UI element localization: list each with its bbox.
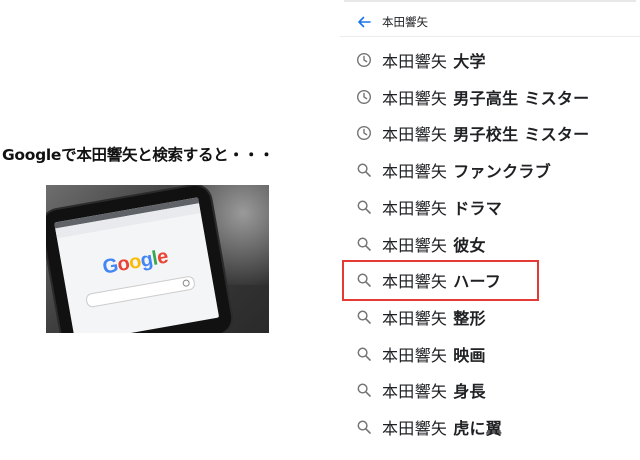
- suggestion-suffix: 男子高生 ミスター: [453, 88, 590, 108]
- arrow-left-icon[interactable]: [356, 14, 372, 30]
- suggestion-base: 本田響矢: [382, 235, 448, 255]
- suggestion-suffix: 男子校生 ミスター: [453, 125, 590, 145]
- suggestion-text: 本田響矢 男子高生 ミスター: [382, 85, 589, 109]
- suggestion-item[interactable]: 本田響矢 虎に翼: [340, 409, 640, 445]
- suggestion-base: 本田響矢: [382, 345, 448, 365]
- history-clock-icon: [356, 89, 372, 105]
- suggestion-suffix: ファンクラブ: [453, 162, 552, 182]
- search-icon: [356, 236, 372, 252]
- suggestion-suffix: 大学: [453, 52, 486, 71]
- suggestion-text: 本田響矢 ハーフ: [382, 268, 501, 292]
- suggestion-suffix: 彼女: [453, 235, 486, 255]
- suggestion-item[interactable]: 本田響矢 身長: [340, 372, 640, 408]
- suggestion-suffix: 映画: [453, 345, 486, 365]
- search-bar[interactable]: 本田響矢: [340, 8, 640, 37]
- suggestion-item[interactable]: 本田響矢 男子校生 ミスター: [340, 115, 640, 151]
- caption-text: Googleで本田響矢と検索すると・・・: [2, 146, 274, 164]
- suggestion-item[interactable]: 本田響矢 男子高生 ミスター: [340, 79, 640, 115]
- tablet-screen: Google: [54, 197, 220, 333]
- search-icon: [356, 419, 372, 435]
- suggestion-base: 本田響矢: [382, 308, 448, 328]
- suggestion-base: 本田響矢: [382, 52, 448, 71]
- search-icon: [356, 162, 372, 178]
- suggestion-item[interactable]: 本田響矢 ファンクラブ: [340, 152, 640, 188]
- top-divider: [344, 0, 636, 2]
- suggestion-suffix: 整形: [453, 308, 486, 328]
- suggestion-item[interactable]: 本田響矢 整形: [340, 299, 640, 335]
- suggestion-text: 本田響矢 虎に翼: [382, 415, 502, 439]
- suggestion-suffix: ドラマ: [453, 198, 503, 218]
- suggestion-text: 本田響矢 男子校生 ミスター: [382, 121, 589, 145]
- search-input[interactable]: 本田響矢: [382, 14, 428, 30]
- logo-letter: e: [155, 245, 170, 270]
- suggestion-base: 本田響矢: [382, 162, 448, 182]
- suggestion-item[interactable]: 本田響矢 彼女: [340, 226, 640, 262]
- suggestion-item[interactable]: 本田響矢 大学: [340, 42, 640, 78]
- search-icon: [356, 272, 372, 288]
- suggestion-suffix: ハーフ: [453, 272, 502, 292]
- suggestion-text: 本田響矢 ファンクラブ: [382, 158, 551, 182]
- search-icon: [356, 309, 372, 325]
- search-icon: [182, 279, 191, 288]
- suggestion-text: 本田響矢 彼女: [382, 232, 486, 256]
- suggestion-base: 本田響矢: [382, 382, 448, 402]
- tablet-photo: Google: [46, 185, 269, 333]
- history-clock-icon: [356, 125, 372, 141]
- suggestion-suffix: 虎に翼: [453, 419, 503, 438]
- suggestion-base: 本田響矢: [382, 272, 448, 292]
- suggestion-base: 本田響矢: [382, 198, 448, 218]
- search-icon: [356, 346, 372, 362]
- search-icon: [356, 199, 372, 215]
- suggestion-suffix: 身長: [453, 382, 486, 402]
- suggestion-item[interactable]: 本田響矢 映画: [340, 336, 640, 372]
- suggestion-text: 本田響矢 ドラマ: [382, 195, 502, 219]
- suggestion-text: 本田響矢 映画: [382, 342, 486, 366]
- suggestion-text: 本田響矢 身長: [382, 378, 486, 402]
- suggestion-base: 本田響矢: [382, 125, 448, 145]
- history-clock-icon: [356, 52, 372, 68]
- tablet-device: Google: [46, 185, 234, 333]
- suggestion-base: 本田響矢: [382, 419, 448, 438]
- suggestion-base: 本田響矢: [382, 88, 448, 108]
- suggestion-text: 本田響矢 整形: [382, 305, 486, 329]
- suggestion-item[interactable]: 本田響矢 ドラマ: [340, 189, 640, 225]
- search-icon: [356, 382, 372, 398]
- suggestion-item[interactable]: 本田響矢 ハーフ: [340, 262, 640, 298]
- suggestion-text: 本田響矢 大学: [382, 48, 486, 72]
